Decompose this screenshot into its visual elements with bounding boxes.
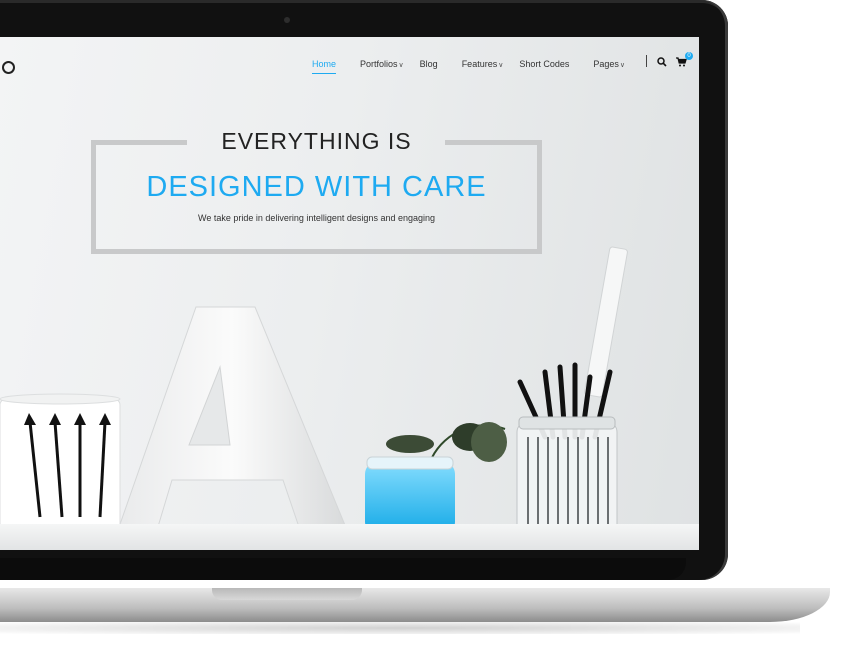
webcam [284,17,290,23]
nav-item-features[interactable]: Features∨ [462,59,504,74]
cart-count-badge: 0 [685,52,693,60]
nav-label: Blog [419,58,438,69]
laptop-screen: Home Portfolios∨ Blog Features∨ Short Co… [0,37,699,550]
main-nav: Home Portfolios∨ Blog Features∨ Short Co… [312,56,625,76]
nav-label: Portfolios [360,58,398,69]
nav-item-blog[interactable]: Blog [420,59,438,74]
nav-label: Home [312,58,337,69]
chevron-down-icon: ∨ [498,61,504,69]
shelf [0,524,699,550]
hero-title-line1: EVERYTHING IS [221,128,412,154]
laptop-shadow [0,622,800,634]
nav-item-home[interactable]: Home [312,58,337,74]
nav-label: Short Codes [519,58,570,69]
hero-title-line2: DESIGNED WITH CARE [146,171,487,203]
nav-item-portfolios[interactable]: Portfolios∨ [360,59,404,74]
nav-divider [646,55,647,67]
nav-item-pages[interactable]: Pages∨ [593,59,625,74]
laptop-notch [212,588,362,600]
laptop-base [0,588,830,622]
laptop-bezel-bottom [0,558,686,580]
site-logo[interactable] [2,61,15,74]
nav-item-short-codes[interactable]: Short Codes [519,59,569,74]
hero-subtitle: We take pride in delivering intelligent … [198,213,435,223]
chevron-down-icon: ∨ [619,61,626,69]
chevron-down-icon: ∨ [398,61,404,69]
nav-label: Pages [593,58,619,69]
nav-label: Features [461,58,498,69]
search-icon[interactable] [657,57,667,67]
hero-photo [0,246,628,535]
hero-frame-bottom [91,249,542,254]
